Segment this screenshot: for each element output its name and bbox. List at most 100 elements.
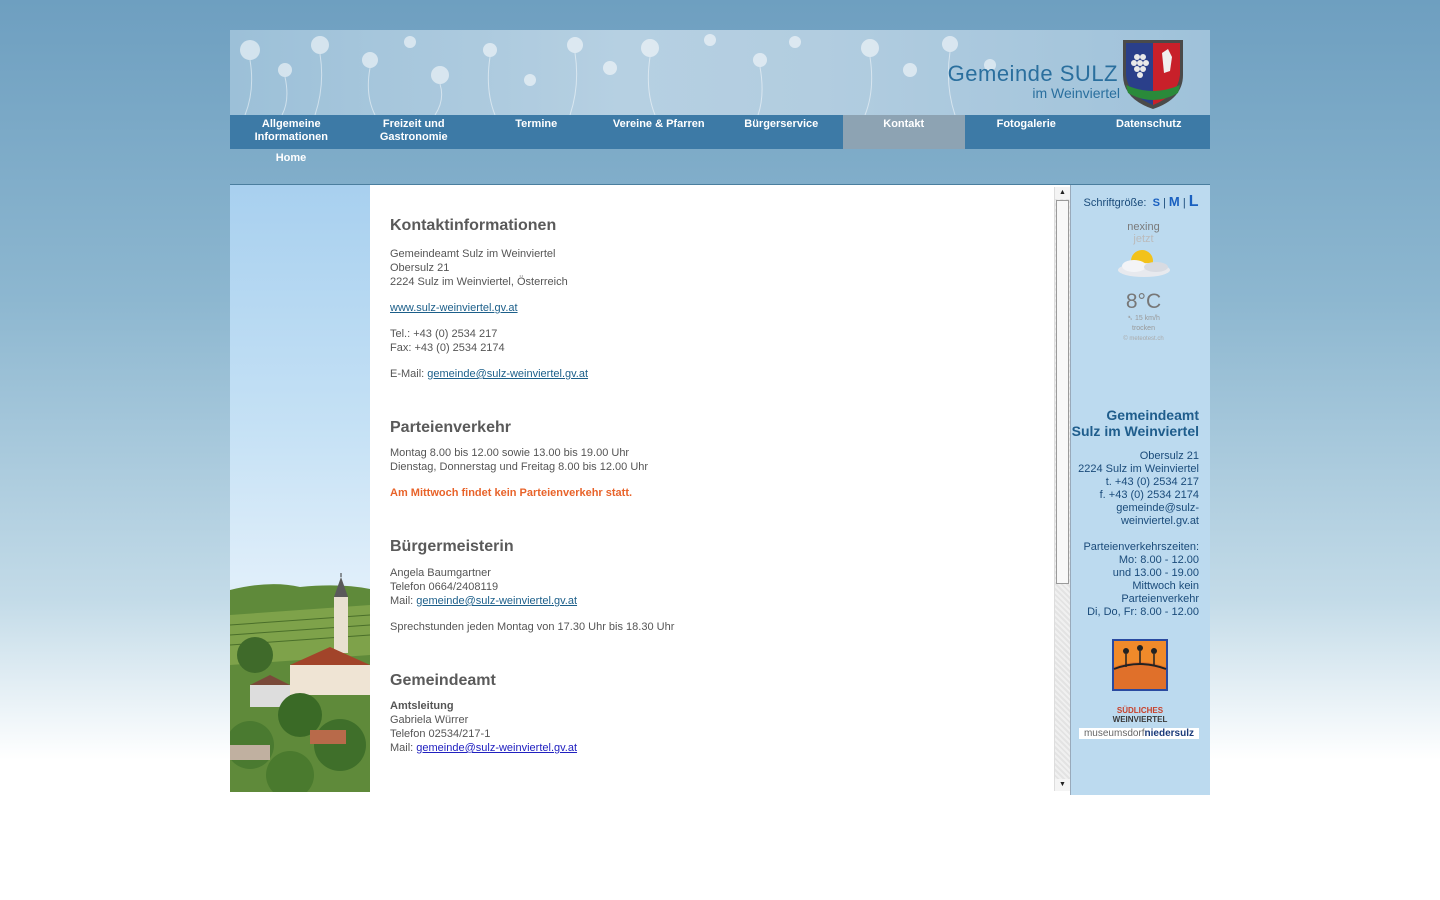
heading-kontaktinformationen: Kontaktinformationen — [390, 217, 557, 234]
left-photo-column — [230, 185, 370, 792]
nav-item-buergerservice[interactable]: Bürgerservice — [720, 115, 843, 149]
font-size-large-button[interactable]: L — [1189, 193, 1199, 210]
staff-mail-link[interactable]: gemeinde@sulz-weinviertel.gv.at — [416, 742, 577, 754]
font-size-small-button[interactable]: S — [1153, 197, 1160, 209]
closed-notice: Am Mittwoch findet kein Parteienverkehr … — [390, 487, 633, 499]
separator: | — [1182, 197, 1186, 209]
heading-parteienverkehr: Parteienverkehr — [390, 419, 511, 436]
address-email[interactable]: weinviertel.gv.at — [1069, 515, 1199, 528]
content-scrollbar[interactable]: ▲ ▼ — [1054, 187, 1070, 791]
phone-text: Tel.: +43 (0) 2534 217 — [390, 328, 498, 340]
logo2-part1: museumsdorf — [1083, 728, 1145, 739]
weather-time: jetzt — [1133, 233, 1154, 245]
right-sidebar: Schriftgröße: S | M | L nexing jetzt 8°C… — [1070, 185, 1210, 795]
nav-label: Termine — [515, 118, 558, 130]
content-area: Kontaktinformationen Gemeindeamt Sulz im… — [370, 185, 1054, 792]
nav-label: Informationen — [254, 131, 328, 143]
nav-label: Gastronomie — [379, 131, 448, 143]
main-area: Kontaktinformationen Gemeindeamt Sulz im… — [230, 185, 1210, 795]
mayor-name: Angela Baumgartner — [390, 567, 491, 579]
contact-summary: Gemeindeamt Sulz im Weinviertel Obersulz … — [1069, 407, 1199, 619]
weather-temperature: 8°C — [1125, 290, 1162, 313]
role-label: Amtsleitung — [390, 700, 454, 712]
logo-text-line1: SÜDLICHES — [1116, 706, 1164, 715]
weather-place: nexing — [1127, 221, 1160, 233]
coat-of-arms-icon — [1123, 40, 1183, 109]
address-tel: t. +43 (0) 2534 217 — [1105, 476, 1199, 488]
page-wrapper: Gemeinde SULZ im Weinviertel Allgemeine I… — [230, 30, 1210, 795]
address-line: Gemeindeamt Sulz im Weinviertel — [390, 248, 556, 260]
font-size-medium-button[interactable]: M — [1169, 194, 1180, 209]
nav-label: Kontakt — [883, 118, 925, 130]
nav-item-fotogalerie[interactable]: Fotogalerie — [965, 115, 1088, 149]
nav-item-termine[interactable]: Termine — [475, 115, 598, 149]
suedliches-weinviertel-logo-icon — [1112, 639, 1168, 691]
address-street: Obersulz 21 — [1139, 450, 1199, 462]
separator: | — [1162, 197, 1166, 209]
address-line: Obersulz 21 — [390, 262, 450, 274]
hours-text: Dienstag, Donnerstag und Freitag 8.00 bi… — [390, 461, 649, 473]
scroll-up-arrow-icon[interactable]: ▲ — [1055, 187, 1070, 199]
nav-item-home[interactable]: Home — [230, 152, 352, 164]
email-label: E-Mail: — [390, 368, 428, 380]
wind-icon: ➴ — [1127, 315, 1133, 322]
hours-line: Parteienverkehr — [1121, 593, 1199, 605]
logo-text-line2: WEINVIERTEL — [1112, 715, 1168, 724]
nav-item-allgemeine-informationen[interactable]: Allgemeine Informationen — [230, 115, 353, 149]
font-size-label: Schriftgröße: — [1083, 197, 1147, 209]
hours-line: Mittwoch kein — [1132, 580, 1199, 592]
heading-buergermeisterin: Bürgermeisterin — [390, 538, 514, 555]
scrollbar-thumb[interactable] — [1056, 200, 1069, 584]
hours-line: Di, Do, Fr: 8.00 - 12.00 — [1087, 606, 1199, 618]
nav-item-datenschutz[interactable]: Datenschutz — [1088, 115, 1211, 149]
hours-line: Mo: 8.00 - 12.00 — [1118, 554, 1199, 566]
nav-label: Bürgerservice — [744, 118, 819, 130]
scroll-down-arrow-icon[interactable]: ▼ — [1055, 779, 1070, 791]
nav-label: Freizeit und — [382, 118, 445, 130]
nav-item-freizeit-gastronomie[interactable]: Freizeit und Gastronomie — [353, 115, 476, 149]
office-hours-text: Sprechstunden jeden Montag von 17.30 Uhr… — [390, 621, 675, 633]
content-frame[interactable]: Kontaktinformationen Gemeindeamt Sulz im… — [370, 185, 1070, 792]
fax-text: Fax: +43 (0) 2534 2174 — [390, 342, 505, 354]
weather-widget[interactable]: nexing jetzt 8°C ➴ 15 km/h trocken © met… — [1101, 221, 1186, 366]
staff-phone: Telefon 02534/217-1 — [390, 728, 491, 740]
mail-label: Mail: — [390, 742, 417, 754]
nav-item-vereine-pfarren[interactable]: Vereine & Pfarren — [598, 115, 721, 149]
office-name: Gemeindeamt — [1106, 407, 1199, 423]
weather-condition: trocken — [1132, 325, 1155, 332]
address-city: 2224 Sulz im Weinviertel — [1078, 463, 1199, 475]
office-name: Sulz im Weinviertel — [1071, 423, 1199, 439]
site-title-line2: im Weinviertel — [1032, 85, 1120, 101]
address-fax: f. +43 (0) 2534 2174 — [1099, 489, 1199, 501]
nav-label: Vereine & Pfarren — [612, 118, 705, 130]
hours-label: Parteienverkehrszeiten: — [1083, 541, 1199, 553]
site-title-line1: Gemeinde SULZ — [947, 61, 1118, 86]
logo2-part2: niedersulz — [1144, 728, 1195, 739]
staff-name: Gabriela Würrer — [390, 714, 469, 726]
museumsdorf-niedersulz-logo[interactable]: museumsdorfniedersulz — [1079, 728, 1199, 739]
weather-credit: © meteotest.ch — [1123, 336, 1164, 342]
email-link[interactable]: gemeinde@sulz-weinviertel.gv.at — [427, 368, 588, 380]
hours-text: Montag 8.00 bis 12.00 sowie 13.00 bis 19… — [390, 447, 630, 459]
mail-label: Mail: — [390, 595, 417, 607]
nav-item-kontakt[interactable]: Kontakt — [842, 115, 965, 149]
website-link[interactable]: www.sulz-weinviertel.gv.at — [390, 302, 518, 314]
site-header: Gemeinde SULZ im Weinviertel — [230, 30, 1210, 115]
village-photo-icon — [230, 573, 370, 792]
mayor-phone: Telefon 0664/2408119 — [390, 581, 499, 593]
address-line: 2224 Sulz im Weinviertel, Österreich — [390, 276, 568, 288]
site-title: Gemeinde SULZ im Weinviertel — [947, 61, 1120, 101]
heading-gemeindeamt: Gemeindeamt — [390, 672, 496, 689]
nav-label: Datenschutz — [1116, 118, 1182, 130]
hours-line: und 13.00 - 19.00 — [1112, 567, 1199, 579]
nav-label: Fotogalerie — [996, 118, 1056, 130]
sub-navigation: Home — [230, 149, 1210, 185]
partly-cloudy-icon — [1117, 250, 1170, 277]
nav-label: Allgemeine — [261, 118, 321, 130]
weather-wind: 15 km/h — [1134, 315, 1160, 322]
address-email[interactable]: gemeinde@sulz- — [1069, 502, 1199, 515]
main-navigation: Allgemeine Informationen Freizeit und Gast… — [230, 115, 1210, 149]
mayor-mail-link[interactable]: gemeinde@sulz-weinviertel.gv.at — [416, 595, 577, 607]
font-size-selector: Schriftgröße: S | M | L — [1071, 193, 1211, 211]
suedliches-weinviertel-logo[interactable]: SÜDLICHES WEINVIERTEL — [1108, 637, 1172, 724]
